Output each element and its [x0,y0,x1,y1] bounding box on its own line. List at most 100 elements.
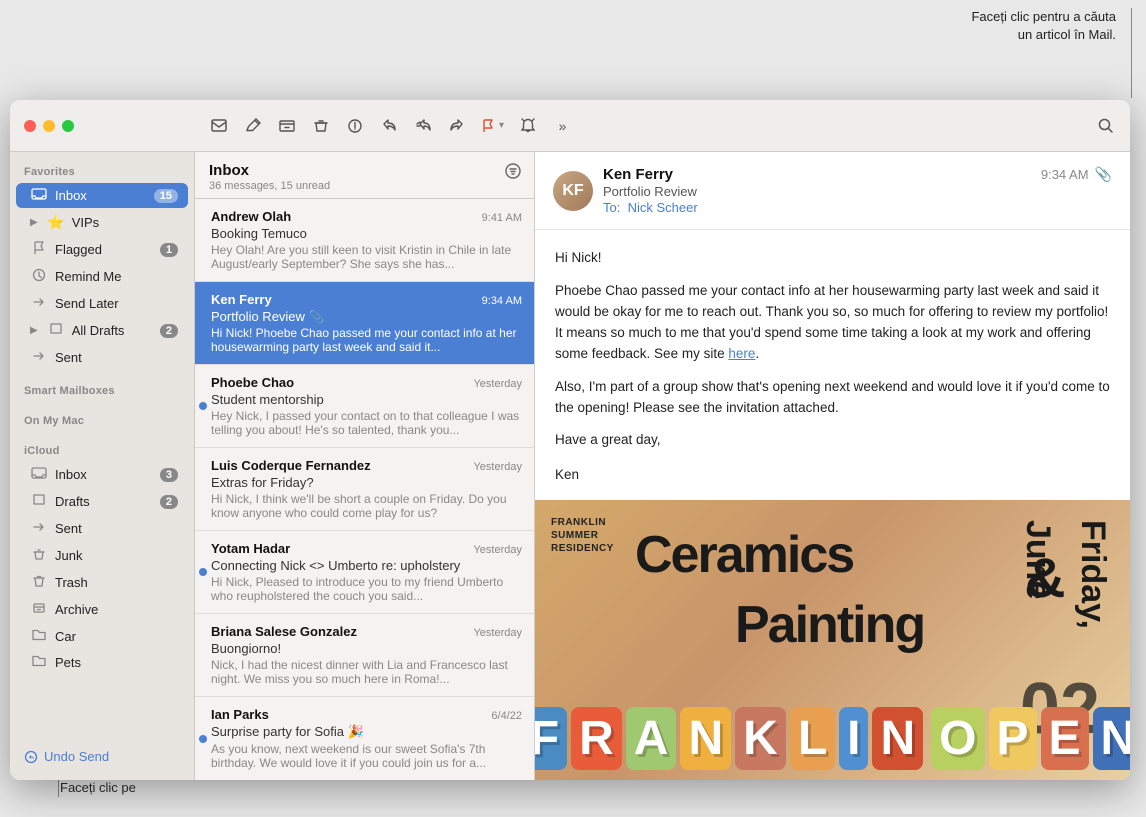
sidebar-item-send-later[interactable]: Send Later [16,291,188,316]
reply-button[interactable] [373,110,405,142]
message-list-item-5[interactable]: Briana Salese GonzalezYesterdayBuongiorn… [195,614,534,697]
sidebar-item-flagged[interactable]: Flagged 1 [16,237,188,262]
drafts-icon [47,322,65,339]
message-preview: As you know, next weekend is our sweet S… [211,742,522,770]
undo-send-button[interactable]: Undo Send [10,741,194,772]
icloud-label: iCloud [10,431,194,461]
favorites-label: Favorites [10,152,194,182]
sidebar-item-icloud-sent[interactable]: Sent [16,516,188,541]
portfolio-link[interactable]: here [728,346,755,361]
archive-button[interactable] [271,110,303,142]
message-subject: Portfolio Review📎 [211,309,522,324]
message-list-item-2[interactable]: Phoebe ChaoYesterdayStudent mentorshipHe… [195,365,534,448]
icloud-drafts-badge: 2 [160,495,178,509]
remind-icon [30,268,48,285]
message-list-item-1[interactable]: Ken Ferry9:34 AMPortfolio Review📎Hi Nick… [195,282,534,365]
filter-button[interactable] [504,162,522,185]
sidebar-item-icloud-inbox[interactable]: Inbox 3 [16,462,188,487]
icloud-inbox-icon [30,466,48,483]
message-time: Yesterday [473,544,522,556]
message-time: 9:34 AM [482,295,522,307]
tooltip-bottom-left: Faceți clic pe [60,779,136,797]
archive-icon [30,601,48,618]
all-drafts-label: All Drafts [72,323,153,338]
message-subject: Student mentorship [211,392,522,407]
june-text: June [1021,520,1055,599]
new-message-button[interactable] [203,110,235,142]
notifications-button[interactable] [512,110,544,142]
tooltip-line [1131,8,1132,98]
message-subject: Booking Temuco [211,226,522,241]
more-button[interactable]: » [546,110,578,142]
compose-button[interactable] [237,110,269,142]
message-time: Yesterday [473,461,522,473]
clay-letter-a: A [626,707,677,770]
flag-button[interactable]: ▾ [475,114,510,138]
trash-icon [30,574,48,591]
on-my-mac-label: On My Mac [10,401,194,431]
unread-dot [199,735,207,743]
maximize-button[interactable] [62,120,74,132]
flagged-icon [30,241,48,258]
sidebar-item-sent[interactable]: Sent [16,345,188,370]
message-detail: KF Ken Ferry Portfolio Review To: Nick S… [535,152,1130,780]
message-list: Inbox 36 messages, 15 unread Andrew Olah… [195,152,535,780]
message-time: 6/4/22 [491,710,522,722]
message-list-item-6[interactable]: Ian Parks6/4/22Surprise party for Sofia … [195,697,534,780]
icloud-junk-label: Junk [55,548,178,563]
message-list-item-0[interactable]: Andrew Olah9:41 AMBooking TemucoHey Olah… [195,199,534,282]
sidebar-item-icloud-drafts[interactable]: Drafts 2 [16,489,188,514]
reply-all-button[interactable] [407,110,439,142]
forward-button[interactable] [441,110,473,142]
message-preview: Hi Nick, Pleased to introduce you to my … [211,575,522,603]
sidebar-item-inbox[interactable]: Inbox 15 [16,183,188,208]
sidebar-item-all-drafts[interactable]: ▶ All Drafts 2 [16,318,188,343]
message-preview: Hey Nick, I passed your contact on to th… [211,409,522,437]
sidebar-item-car[interactable]: Car [16,624,188,648]
mail-window: ▾ » Favorites [10,100,1130,780]
message-preview: Hi Nick, I think we'll be short a couple… [211,492,522,520]
remind-me-label: Remind Me [55,269,178,284]
icloud-inbox-badge: 3 [160,468,178,482]
message-item-header: Luis Coderque FernandezYesterday [211,458,522,473]
attachment-icon: 📎 [309,310,324,324]
sidebar-item-icloud-junk[interactable]: Junk [16,543,188,568]
close-button[interactable] [24,120,36,132]
icloud-trash-label: Trash [55,575,178,590]
detail-time: 9:34 AM 📎 [1041,166,1112,183]
minimize-button[interactable] [43,120,55,132]
message-list-item-3[interactable]: Luis Coderque FernandezYesterday Extras f… [195,448,534,531]
message-subject: Extras for Friday? [211,475,522,490]
message-list-subtitle: 36 messages, 15 unread [209,180,330,192]
message-time: 9:41 AM [482,212,522,224]
sidebar-item-icloud-trash[interactable]: Trash [16,570,188,595]
clay-letter-n: N [680,707,731,770]
message-sender: Yotam Hadar [211,541,290,556]
sidebar-item-remind-me[interactable]: Remind Me [16,264,188,289]
search-button[interactable] [1090,110,1122,142]
message-sender: Phoebe Chao [211,375,294,390]
inbox-badge: 15 [154,189,178,203]
sidebar: Favorites Inbox 15 ▶ ⭐ VIPs [10,152,195,780]
ceramics-text: Ceramics [635,525,853,585]
send-later-label: Send Later [55,296,178,311]
clay-letter-f: F [535,707,567,770]
trash-button[interactable] [305,110,337,142]
message-sender: Ian Parks [211,707,269,722]
icloud-inbox-label: Inbox [55,467,153,482]
icloud-sent-icon [30,520,48,537]
message-sender: Ken Ferry [211,292,272,307]
sidebar-item-icloud-archive[interactable]: Archive [16,597,188,622]
message-list-body: Andrew Olah9:41 AMBooking TemucoHey Olah… [195,199,534,780]
message-list-title: Inbox [209,162,330,179]
message-item-header: Briana Salese GonzalezYesterday [211,624,522,639]
icloud-sent-label: Sent [55,521,178,536]
junk-button[interactable] [339,110,371,142]
sidebar-item-vips[interactable]: ▶ ⭐ VIPs [16,210,188,235]
message-item-header: Ian Parks 6/4/22 [211,707,522,722]
sidebar-item-pets[interactable]: Pets [16,650,188,674]
message-list-item-4[interactable]: Yotam HadarYesterdayConnecting Nick <> U… [195,531,534,614]
clay-letter-p: P [989,707,1037,770]
sender-avatar: KF [553,171,593,211]
body-paragraph-1: Phoebe Chao passed me your contact info … [555,281,1110,365]
